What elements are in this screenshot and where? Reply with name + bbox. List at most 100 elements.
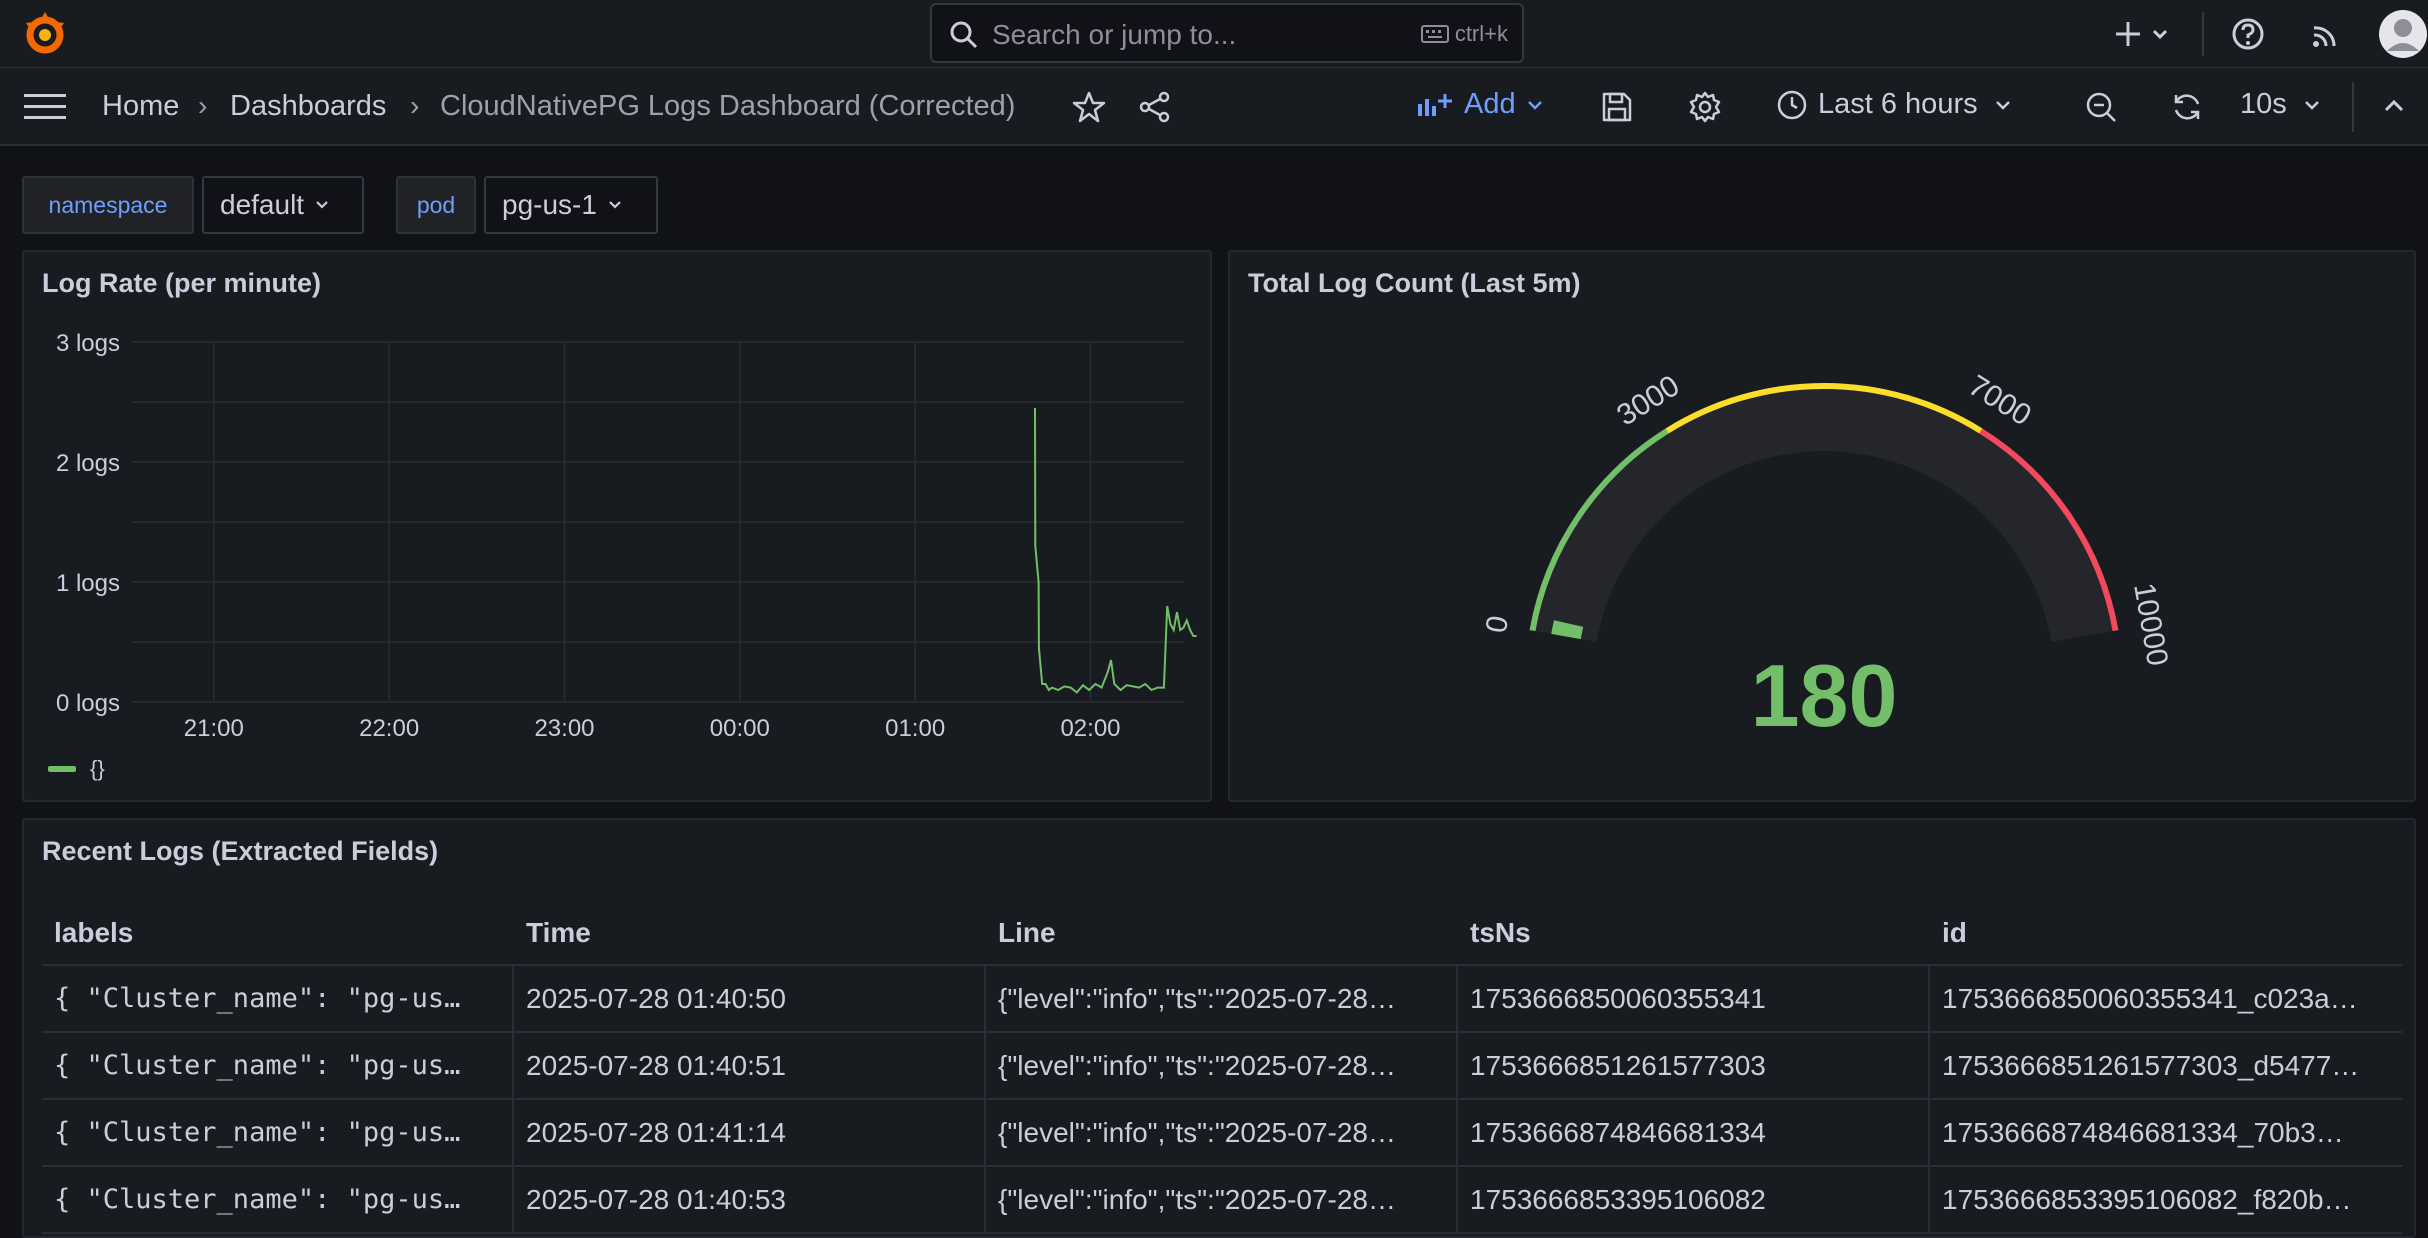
cell-line: {"level":"info","ts":"2025-07-28… bbox=[986, 1166, 1458, 1233]
gauge-value-arc bbox=[1551, 620, 1584, 640]
x-tick-label: 23:00 bbox=[534, 715, 594, 742]
hamburger-icon bbox=[24, 94, 66, 119]
y-tick-label: 1 logs bbox=[56, 570, 120, 597]
top-bar: Search or jump to... ctrl+k bbox=[0, 0, 2428, 68]
divider bbox=[2352, 82, 2354, 132]
breadcrumb-home[interactable]: Home bbox=[102, 90, 179, 123]
panel-title: Log Rate (per minute) bbox=[42, 268, 322, 298]
x-tick-label: 02:00 bbox=[1060, 715, 1120, 742]
gear-icon bbox=[1689, 91, 1721, 123]
legend-swatch bbox=[48, 766, 76, 772]
chevron-down-icon bbox=[2304, 100, 2319, 110]
breadcrumb-separator: › bbox=[198, 90, 208, 121]
save-dashboard-button[interactable] bbox=[1600, 90, 1634, 129]
breadcrumb-separator: › bbox=[410, 90, 420, 121]
gauge-track bbox=[1535, 389, 2113, 642]
favorite-button[interactable] bbox=[1072, 90, 1106, 129]
cell-time: 2025-07-28 01:41:14 bbox=[514, 1099, 986, 1166]
x-tick-label: 21:00 bbox=[184, 715, 244, 742]
search-placeholder: Search or jump to... bbox=[992, 19, 1237, 50]
table-row[interactable]: { "Cluster_name": "pg-us… 2025-07-28 01:… bbox=[42, 1099, 2402, 1167]
variable-label-namespace: namespace bbox=[22, 176, 194, 234]
gauge-tick-label: 0 bbox=[1480, 613, 1515, 635]
zoom-out-button[interactable] bbox=[2084, 90, 2118, 129]
cell-time: 2025-07-28 01:40:50 bbox=[514, 965, 986, 1032]
table-header: labels Time Line tsNs id bbox=[42, 902, 2402, 966]
panel-title: Recent Logs (Extracted Fields) bbox=[42, 836, 439, 866]
y-tick-label: 0 logs bbox=[56, 690, 120, 717]
x-tick-label: 01:00 bbox=[885, 715, 945, 742]
divider bbox=[2202, 12, 2204, 56]
log-rate-panel[interactable]: Log Rate (per minute) 0 logs 1 logs 2 logs… bbox=[22, 250, 1212, 802]
recent-logs-panel[interactable]: Recent Logs (Extracted Fields) labels Ti… bbox=[22, 818, 2416, 1238]
time-range-picker[interactable]: Last 6 hours bbox=[1776, 88, 2012, 121]
cell-tsns: 1753666851261577303 bbox=[1458, 1032, 1930, 1099]
refresh-interval-picker[interactable]: 10s bbox=[2240, 88, 2321, 121]
variable-label-pod: pod bbox=[396, 176, 476, 234]
cell-labels: { "Cluster_name": "pg-us… bbox=[42, 1032, 514, 1099]
chevron-up-icon bbox=[2384, 99, 2404, 112]
zoom-out-icon bbox=[2086, 92, 2116, 122]
share-button[interactable] bbox=[1138, 90, 1172, 129]
search-bar[interactable]: Search or jump to... ctrl+k bbox=[930, 3, 1524, 63]
dashboard-settings-button[interactable] bbox=[1688, 90, 1722, 129]
help-button[interactable] bbox=[2230, 16, 2266, 57]
variable-select-namespace[interactable]: default bbox=[202, 176, 364, 234]
column-header-tsns[interactable]: tsNs bbox=[1458, 917, 1930, 949]
grafana-logo-icon[interactable] bbox=[20, 9, 70, 59]
gauge-value: 180 bbox=[1751, 646, 1898, 745]
chevron-down-icon bbox=[1527, 100, 1542, 110]
breadcrumb-current: CloudNativePG Logs Dashboard (Corrected) bbox=[440, 90, 1016, 122]
cell-id: 1753666874846681334_70b3… bbox=[1942, 1117, 2344, 1148]
refresh-button[interactable] bbox=[2170, 90, 2204, 129]
cell-labels: { "Cluster_name": "pg-us… bbox=[42, 965, 514, 1032]
cell-id: 1753666850060355341_c023a… bbox=[1942, 983, 2358, 1014]
add-panel-icon bbox=[1418, 93, 1452, 116]
cell-tsns: 1753666874846681334 bbox=[1458, 1099, 1930, 1166]
add-button[interactable]: Add bbox=[1416, 88, 1544, 121]
column-header-labels[interactable]: labels bbox=[42, 917, 514, 949]
series-line bbox=[1034, 407, 1197, 694]
column-header-time[interactable]: Time bbox=[514, 917, 986, 949]
refresh-icon bbox=[2174, 94, 2200, 120]
plus-icon bbox=[2116, 22, 2168, 46]
logs-table: labels Time Line tsNs id { "Cluster_name… bbox=[42, 902, 2402, 1234]
x-tick-label: 00:00 bbox=[710, 715, 770, 742]
new-menu-button[interactable] bbox=[2112, 14, 2174, 59]
share-icon bbox=[1139, 91, 1170, 123]
gauge-tick-label: 3000 bbox=[1611, 369, 1685, 432]
column-header-line[interactable]: Line bbox=[986, 917, 1458, 949]
user-avatar[interactable] bbox=[2378, 9, 2428, 64]
table-row[interactable]: { "Cluster_name": "pg-us… 2025-07-28 01:… bbox=[42, 965, 2402, 1033]
chevron-down-icon bbox=[316, 201, 328, 209]
collapse-header-button[interactable] bbox=[2382, 96, 2406, 121]
x-tick-label: 22:00 bbox=[359, 715, 419, 742]
gauge-tick-label: 10000 bbox=[2127, 580, 2174, 668]
total-log-count-panel[interactable]: Total Log Count (Last 5m) 0 3000 7000 10000… bbox=[1228, 250, 2416, 802]
chevron-down-icon bbox=[1995, 100, 2010, 110]
cell-tsns: 1753666853395106082 bbox=[1458, 1166, 1930, 1233]
search-icon bbox=[950, 21, 978, 49]
cell-labels: { "Cluster_name": "pg-us… bbox=[42, 1099, 514, 1166]
gauge-tick-label: 7000 bbox=[1963, 369, 2037, 432]
keyboard-icon bbox=[1420, 25, 1449, 43]
cell-id: 1753666851261577303_d5477… bbox=[1942, 1050, 2360, 1081]
breadcrumb-dashboards[interactable]: Dashboards bbox=[230, 90, 386, 123]
cell-line: {"level":"info","ts":"2025-07-28… bbox=[986, 1099, 1458, 1166]
variable-select-pod[interactable]: pg-us-1 bbox=[484, 176, 658, 234]
star-icon bbox=[1072, 91, 1106, 123]
search-shortcut: ctrl+k bbox=[1420, 21, 1508, 47]
chevron-down-icon bbox=[609, 201, 621, 209]
panel-title: Total Log Count (Last 5m) bbox=[1248, 268, 1581, 298]
clock-icon bbox=[1777, 90, 1807, 119]
help-icon bbox=[2232, 18, 2264, 50]
cell-labels: { "Cluster_name": "pg-us… bbox=[42, 1166, 514, 1233]
menu-toggle-button[interactable] bbox=[24, 92, 66, 127]
table-row[interactable]: { "Cluster_name": "pg-us… 2025-07-28 01:… bbox=[42, 1032, 2402, 1100]
cell-tsns: 1753666850060355341 bbox=[1458, 965, 1930, 1032]
cell-line: {"level":"info","ts":"2025-07-28… bbox=[986, 965, 1458, 1032]
news-button[interactable] bbox=[2308, 16, 2344, 57]
column-header-id[interactable]: id bbox=[1930, 917, 2402, 949]
y-tick-label: 2 logs bbox=[56, 450, 120, 477]
y-tick-label: 3 logs bbox=[56, 330, 120, 357]
